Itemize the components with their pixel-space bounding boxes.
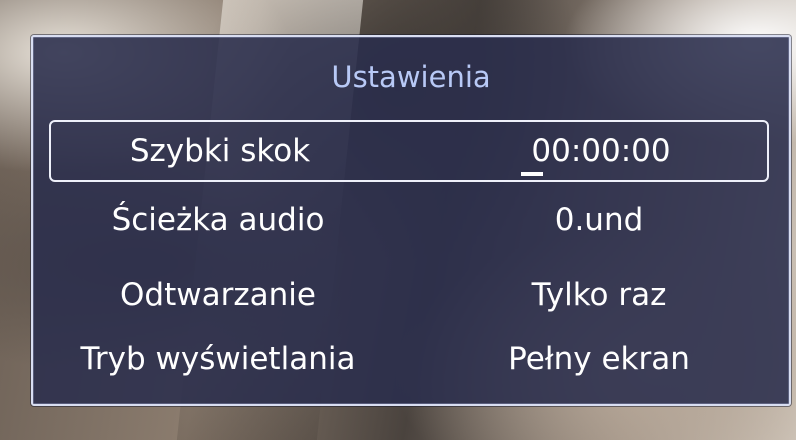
menu-row-value: Tylko raz (531, 277, 667, 313)
settings-dialog: Ustawienia Szybki skok 00:00:00 Ścieżka … (31, 35, 791, 406)
menu-row-quick-jump[interactable]: Szybki skok 00:00:00 (49, 120, 769, 182)
menu-row-label: Szybki skok (129, 133, 311, 169)
menu-row-label: Tryb wyświetlania (80, 341, 356, 377)
menu-row-value: Pełny ekran (508, 341, 690, 377)
edit-cursor (521, 172, 543, 176)
menu-row-display-mode[interactable]: Tryb wyświetlania Pełny ekran (49, 330, 769, 392)
quick-jump-time-input[interactable]: 00:00:00 (451, 122, 751, 180)
dialog-title: Ustawienia (331, 60, 491, 94)
menu-row-label: Odtwarzanie (120, 277, 316, 313)
menu-row-label: Ścieżka audio (111, 202, 325, 238)
menu-row-audio-track[interactable]: Ścieżka audio 0.und (49, 191, 769, 253)
menu-row-value: 0.und (554, 202, 644, 238)
menu-row-playback[interactable]: Odtwarzanie Tylko raz (49, 266, 769, 328)
